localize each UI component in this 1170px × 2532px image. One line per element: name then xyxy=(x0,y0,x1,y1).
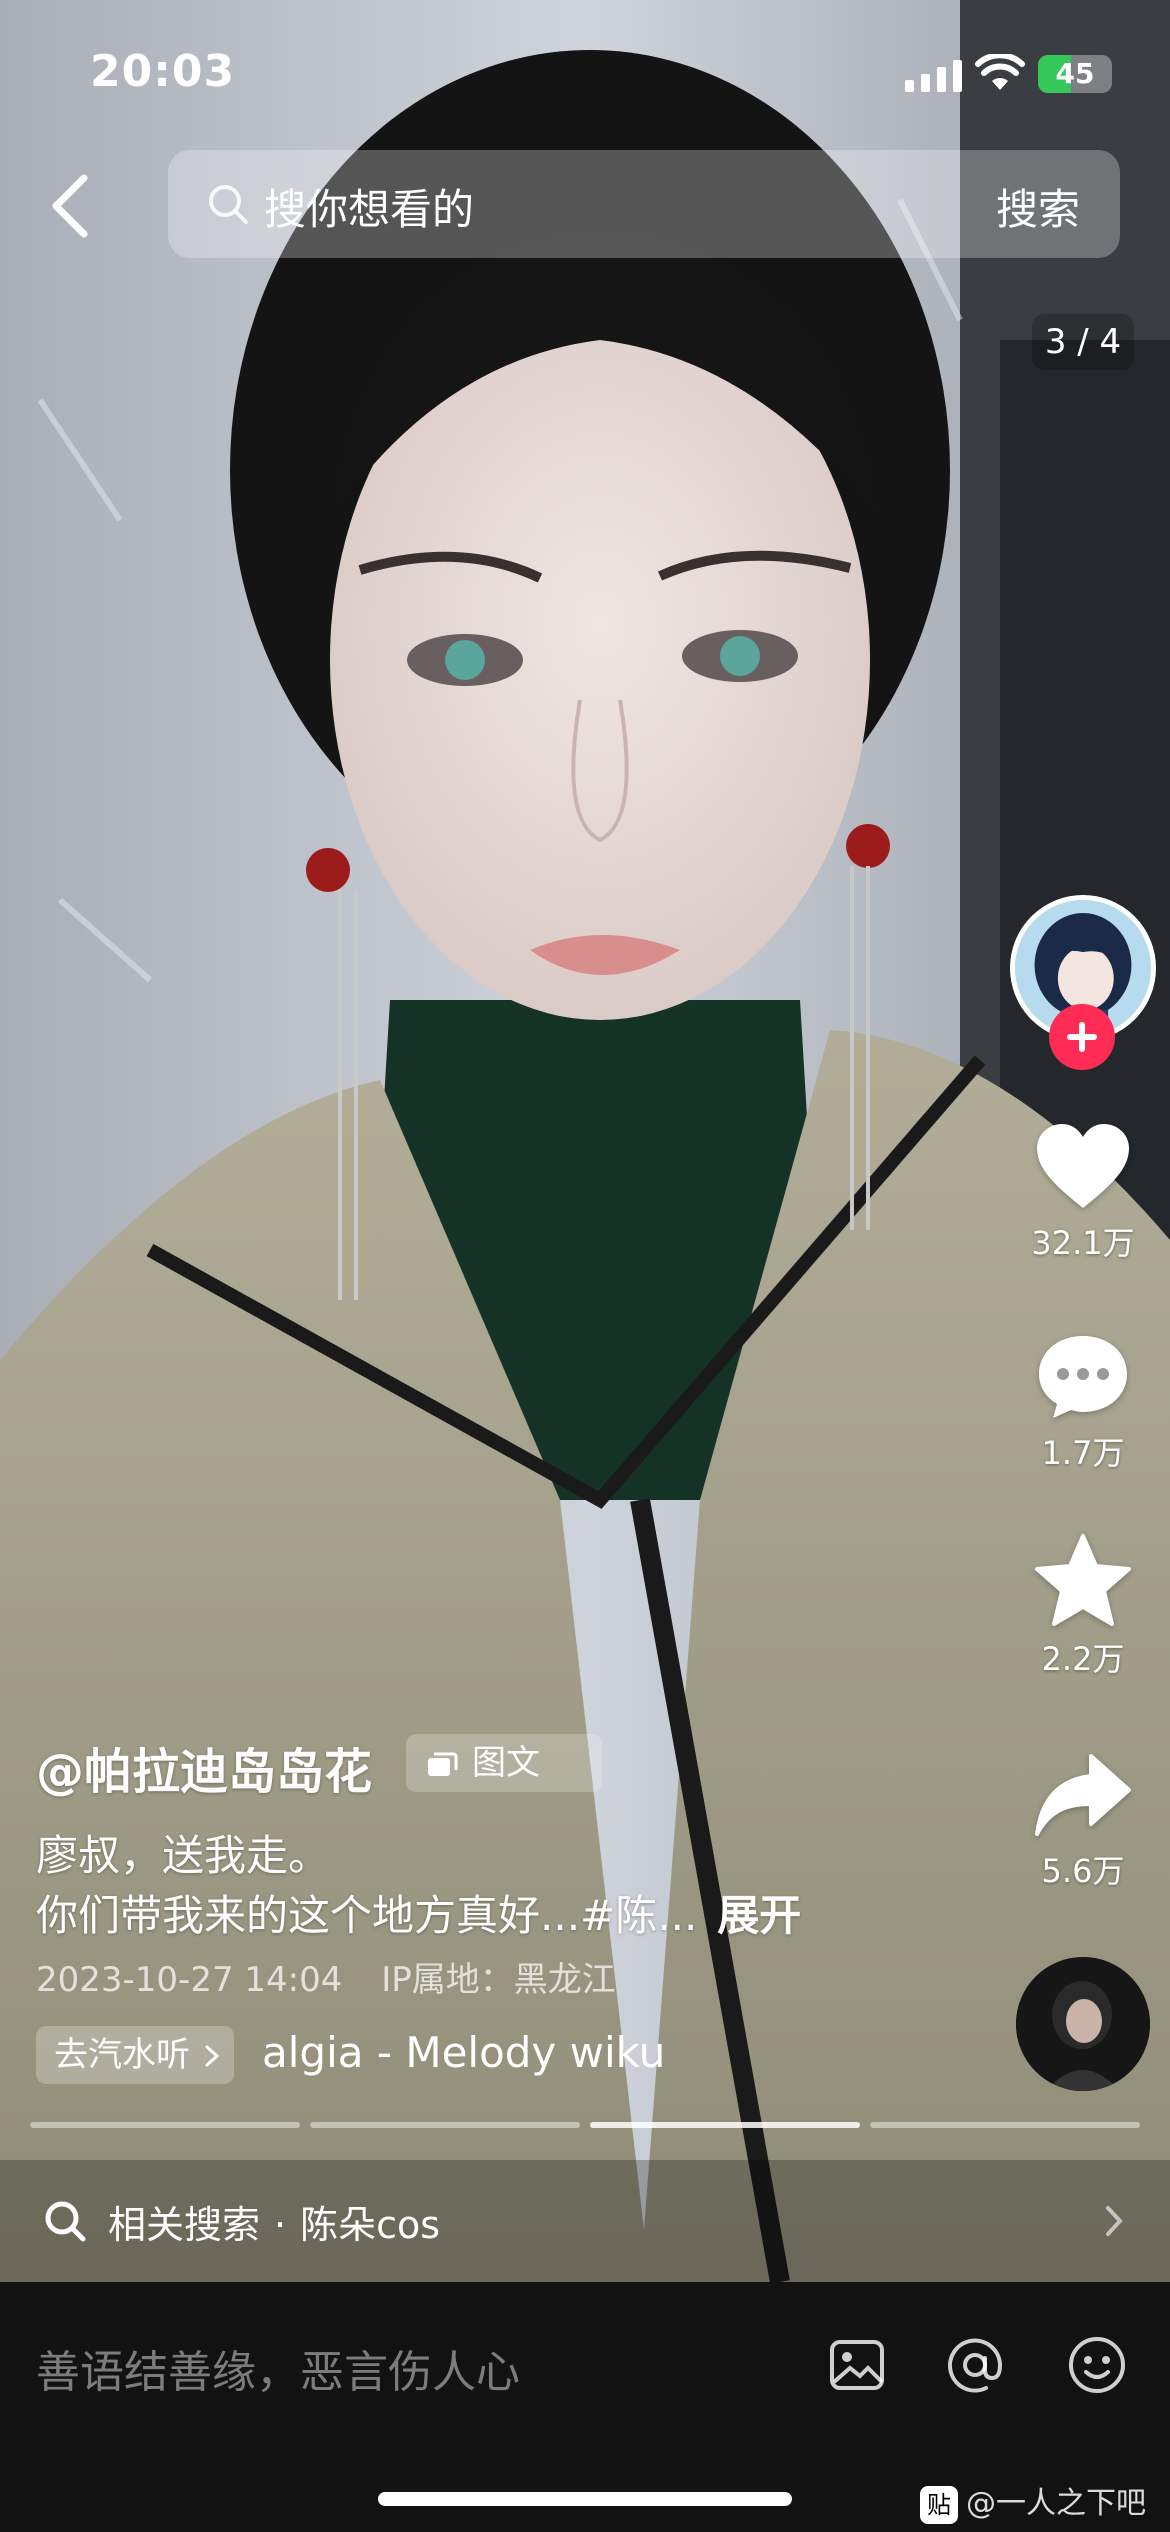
post-type-badge: 图文 xyxy=(406,1734,602,1792)
battery-level: 45 xyxy=(1055,57,1095,90)
ip-location: IP属地：黑龙江 xyxy=(381,1960,616,2000)
music-title[interactable]: algia - Melody wiku xyxy=(262,2028,665,2077)
post-type-label: 图文 xyxy=(472,1743,540,1783)
status-bar: 20:03 45 xyxy=(0,0,1170,150)
watermark-text: @一人之下吧 xyxy=(966,2486,1146,2521)
related-search-term: 陈朵cos xyxy=(300,2203,441,2247)
image-post-icon xyxy=(428,1752,458,1776)
caption-line-1: 廖叔，送我走。 xyxy=(36,1831,331,1880)
comment-bar: 善语结善缘，恶言伤人心 贴 @一人之下吧 xyxy=(0,2282,1170,2532)
like-button[interactable]: 32.1万 xyxy=(1010,1120,1156,1264)
music-disc[interactable] xyxy=(1016,1957,1150,2091)
search-bar[interactable]: 搜你想看的 搜索 xyxy=(168,150,1120,258)
related-search-label: 相关搜索 xyxy=(108,2203,261,2247)
image-page-counter: 3 / 4 xyxy=(1032,314,1134,370)
expand-caption-button[interactable]: 展开 xyxy=(717,1891,801,1940)
comment-button[interactable]: 1.7万 xyxy=(1010,1332,1156,1474)
author-row: @帕拉迪岛岛花 图文 xyxy=(36,1732,602,1800)
favorite-count: 2.2万 xyxy=(1041,1640,1125,1678)
emoji-icon[interactable] xyxy=(1066,2334,1128,2396)
post-date: 2023-10-27 14:04 xyxy=(36,1960,343,2000)
comment-count: 1.7万 xyxy=(1041,1434,1125,1472)
cellular-signal-icon xyxy=(905,60,963,92)
home-indicator[interactable] xyxy=(378,2492,792,2506)
listen-on-app-label: 去汽水听 xyxy=(54,2035,190,2075)
page-indicator-3[interactable] xyxy=(590,2122,860,2128)
status-time: 20:03 xyxy=(90,46,236,97)
related-search-text: 相关搜索 · 陈朵cos xyxy=(108,2194,440,2249)
search-input[interactable]: 搜你想看的 xyxy=(264,176,474,237)
page-indicator-1[interactable] xyxy=(30,2122,300,2128)
author-name[interactable]: @帕拉迪岛岛花 xyxy=(36,1744,372,1800)
related-search-separator: · xyxy=(274,2203,287,2247)
comment-input[interactable]: 善语结善缘，恶言伤人心 xyxy=(36,2336,520,2400)
comment-icon xyxy=(1039,1336,1127,1418)
mention-icon[interactable] xyxy=(944,2334,1006,2396)
search-button[interactable]: 搜索 xyxy=(996,176,1080,237)
page-indicator-2[interactable] xyxy=(310,2122,580,2128)
back-button[interactable] xyxy=(42,170,102,242)
wifi-icon xyxy=(975,54,1025,90)
caption-line-2: 你们带我来的这个地方真好...#陈... xyxy=(36,1891,698,1940)
chevron-right-icon xyxy=(205,2045,220,2067)
search-icon xyxy=(45,2201,86,2242)
image-picker-icon[interactable] xyxy=(826,2334,888,2396)
post-caption[interactable]: 廖叔，送我走。 你们带我来的这个地方真好...#陈... 展开 xyxy=(36,1826,801,1946)
watermark: 贴 @一人之下吧 xyxy=(920,2478,1146,2524)
share-button[interactable]: 5.6万 xyxy=(1010,1750,1156,1892)
share-count: 5.6万 xyxy=(1041,1852,1125,1890)
chevron-right-icon xyxy=(1106,2206,1123,2236)
page-indicator-4[interactable] xyxy=(870,2122,1140,2128)
favorite-button[interactable]: 2.2万 xyxy=(1010,1532,1156,1680)
share-arrow-icon xyxy=(1035,1754,1131,1836)
music-cover-image xyxy=(1016,1957,1150,2091)
battery-icon: 45 xyxy=(1038,55,1112,93)
listen-on-app-button[interactable]: 去汽水听 xyxy=(36,2026,234,2084)
post-meta: 2023-10-27 14:04 IP属地：黑龙江 xyxy=(36,1952,616,2001)
heart-icon xyxy=(1037,1124,1129,1208)
star-icon xyxy=(1035,1534,1131,1626)
search-icon xyxy=(209,185,248,224)
tieba-logo-icon: 贴 xyxy=(920,2485,958,2524)
like-count: 32.1万 xyxy=(1031,1224,1135,1262)
related-search-bar[interactable]: 相关搜索 · 陈朵cos xyxy=(0,2160,1170,2282)
follow-plus-button[interactable] xyxy=(1049,1004,1115,1070)
